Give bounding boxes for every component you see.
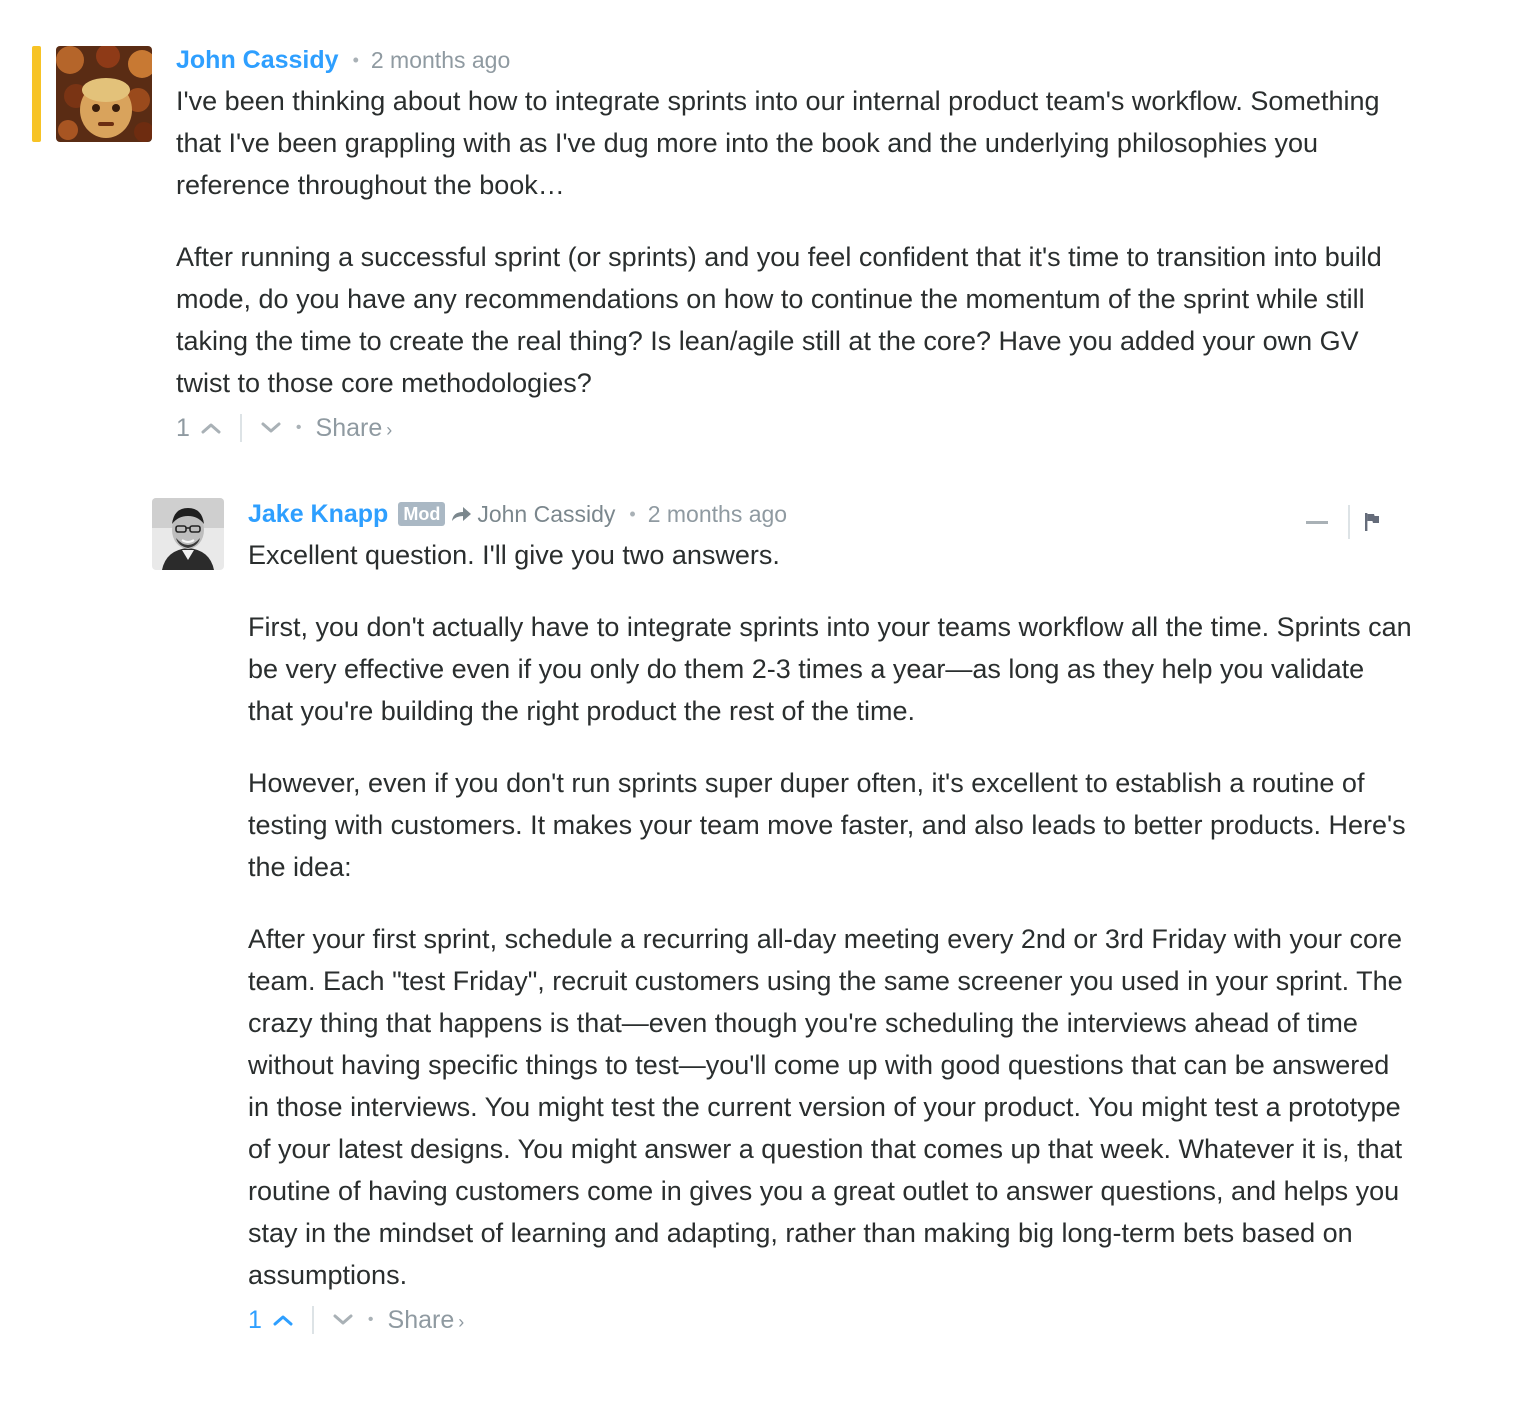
avatar-john-cassidy-image bbox=[56, 46, 152, 142]
share-chevron-icon: › bbox=[458, 1311, 465, 1332]
timestamp-link[interactable]: 2 months ago bbox=[371, 47, 510, 74]
avatar-jake-knapp-image bbox=[152, 498, 224, 570]
comment-message: Excellent question. I'll give you two an… bbox=[248, 534, 1416, 1296]
vote-divider bbox=[311, 1306, 314, 1334]
share-label: Share bbox=[387, 1305, 455, 1334]
new-comment-highlight bbox=[32, 46, 41, 142]
comment-paragraph: After your first sprint, schedule a recu… bbox=[248, 924, 1403, 1290]
share-button[interactable]: Share › bbox=[316, 414, 393, 443]
controls-divider bbox=[1348, 505, 1350, 539]
avatar-jake-knapp[interactable] bbox=[152, 498, 224, 570]
share-button[interactable]: Share › bbox=[388, 1306, 465, 1335]
comment-paragraph: I've been thinking about how to integrat… bbox=[176, 86, 1380, 200]
collapse-icon[interactable] bbox=[1306, 520, 1328, 524]
downvote-chevron-icon bbox=[333, 1314, 353, 1325]
vote-count: 1 bbox=[248, 1305, 262, 1334]
moderator-badge: Mod bbox=[398, 502, 446, 526]
timestamp-link[interactable]: 2 months ago bbox=[648, 501, 787, 528]
comment-footer: 1 • Share › bbox=[176, 410, 1416, 446]
vote-count: 1 bbox=[176, 413, 190, 442]
meta-separator: • bbox=[629, 503, 636, 524]
footer-separator: • bbox=[295, 419, 302, 436]
author-link[interactable]: Jake Knapp bbox=[248, 500, 388, 529]
vote-divider bbox=[239, 414, 242, 442]
comment-message: I've been thinking about how to integrat… bbox=[176, 80, 1416, 404]
comment-controls bbox=[1306, 502, 1380, 542]
comment-jake-knapp-reply: Jake Knapp Mod John Cassidy • 2 months a… bbox=[248, 494, 1416, 1338]
meta-separator: • bbox=[352, 49, 359, 70]
upvote-button[interactable] bbox=[200, 414, 222, 442]
upvote-chevron-icon bbox=[273, 1315, 293, 1326]
comment-paragraph: However, even if you don't run sprints s… bbox=[248, 768, 1406, 882]
avatar-john-cassidy[interactable] bbox=[56, 46, 152, 142]
downvote-chevron-icon bbox=[261, 422, 281, 433]
comment-john-cassidy: John Cassidy • 2 months ago I've been th… bbox=[176, 40, 1416, 446]
downvote-button[interactable] bbox=[260, 414, 282, 442]
footer-separator: • bbox=[367, 1311, 374, 1328]
upvote-button[interactable] bbox=[272, 1306, 294, 1334]
flag-icon[interactable] bbox=[1364, 512, 1380, 532]
upvote-chevron-icon bbox=[201, 423, 221, 434]
comment-paragraph: First, you don't actually have to integr… bbox=[248, 612, 1412, 726]
share-label: Share bbox=[315, 413, 383, 442]
share-chevron-icon: › bbox=[386, 419, 393, 440]
comment-footer: 1 • Share › bbox=[248, 1302, 1416, 1338]
comment-header: Jake Knapp Mod John Cassidy • 2 months a… bbox=[248, 494, 1416, 534]
comment-paragraph: Excellent question. I'll give you two an… bbox=[248, 540, 780, 570]
reply-arrow-icon bbox=[452, 507, 472, 521]
downvote-button[interactable] bbox=[332, 1306, 354, 1334]
in-reply-to-link[interactable]: John Cassidy bbox=[477, 501, 615, 528]
comment-paragraph: After running a successful sprint (or sp… bbox=[176, 242, 1382, 398]
comment-header: John Cassidy • 2 months ago bbox=[176, 40, 1416, 80]
author-link[interactable]: John Cassidy bbox=[176, 46, 339, 75]
